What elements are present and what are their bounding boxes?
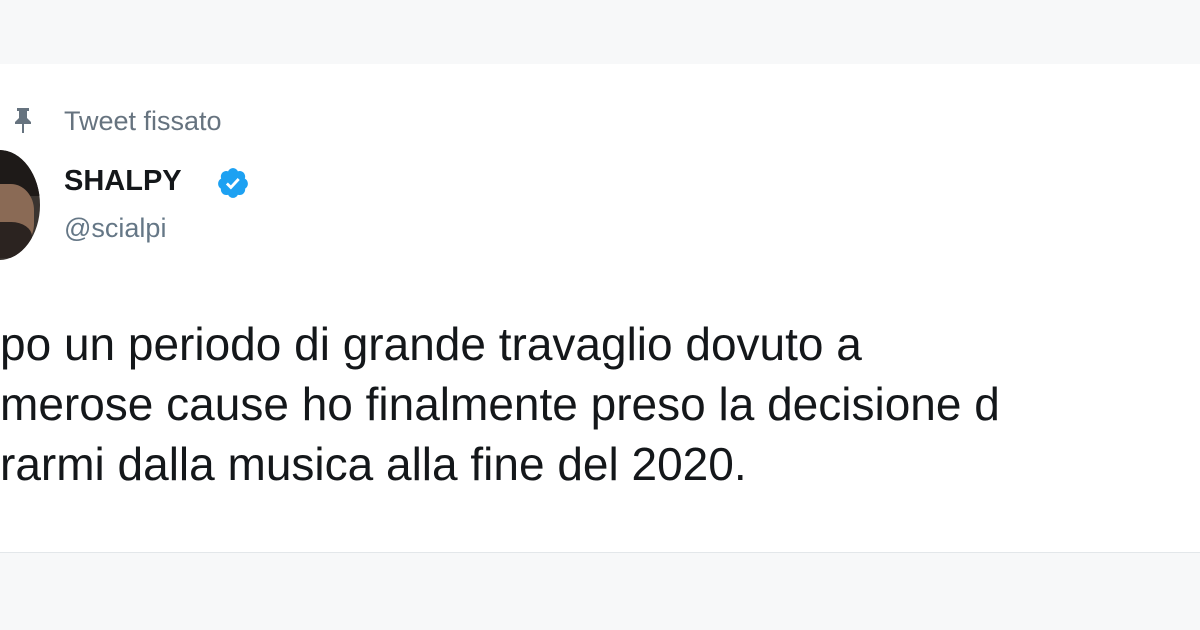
author-handle[interactable]: @scialpi [64, 212, 166, 244]
tweet-card[interactable]: Tweet fissato SHALPY @scialpi po un peri… [0, 64, 1200, 553]
avatar[interactable] [0, 150, 40, 260]
author-display-name[interactable]: SHALPY [64, 164, 182, 198]
pin-icon [15, 108, 31, 133]
tweet-text-line: po un periodo di grande travaglio dovuto… [0, 318, 862, 370]
tweet-text: po un periodo di grande travaglio dovuto… [0, 314, 1200, 494]
verified-badge-icon [218, 168, 248, 198]
tweet-text-line: merose cause ho finalmente preso la deci… [0, 378, 1000, 430]
tweet-text-line: rarmi dalla musica alla fine del 2020. [0, 438, 747, 490]
pinned-label: Tweet fissato [64, 106, 222, 136]
